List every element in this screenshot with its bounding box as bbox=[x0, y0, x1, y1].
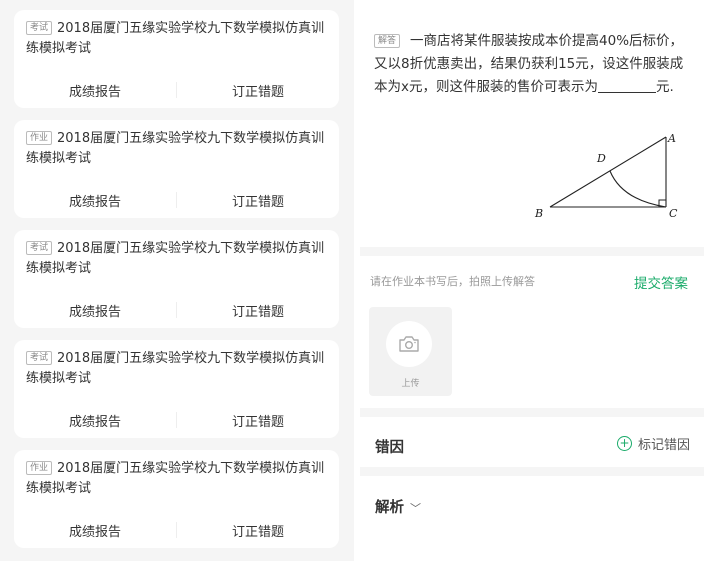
exam-title: 2018届厦门五缘实验学校九下数学模拟仿真训练模拟考试 bbox=[26, 131, 325, 166]
upload-hint: 请在作业本书写后，拍照上传解答 bbox=[370, 275, 535, 288]
card-actions: 成绩报告 订正错题 bbox=[14, 182, 339, 218]
label-c: C bbox=[669, 207, 678, 220]
card-actions: 成绩报告 订正错题 bbox=[14, 402, 339, 438]
upload-circle bbox=[386, 321, 432, 367]
section-divider bbox=[360, 247, 704, 256]
section-divider bbox=[360, 467, 704, 476]
mark-error-cause-button[interactable]: + 标记错因 bbox=[616, 434, 690, 453]
score-report-button[interactable]: 成绩报告 bbox=[14, 411, 176, 430]
analysis-toggle[interactable]: 解析 ﹀ bbox=[375, 496, 421, 517]
score-report-button[interactable]: 成绩报告 bbox=[14, 191, 176, 210]
answer-blank bbox=[598, 78, 656, 93]
question-suffix: 元. bbox=[656, 79, 674, 95]
error-cause-title: 错因 bbox=[375, 440, 404, 456]
section-divider bbox=[360, 408, 704, 417]
exam-tag: 考试 bbox=[26, 21, 53, 35]
exam-card[interactable]: 考试 2018届厦门五缘实验学校九下数学模拟仿真训练模拟考试 成绩报告 订正错题 bbox=[14, 230, 339, 328]
exam-card-title: 考试 2018届厦门五缘实验学校九下数学模拟仿真训练模拟考试 bbox=[26, 239, 331, 279]
exam-tag: 考试 bbox=[26, 241, 53, 255]
score-report-button[interactable]: 成绩报告 bbox=[14, 521, 176, 540]
exam-card-title: 考试 2018届厦门五缘实验学校九下数学模拟仿真训练模拟考试 bbox=[26, 349, 331, 389]
mark-error-cause-label: 标记错因 bbox=[637, 438, 690, 453]
exam-card[interactable]: 考试 2018届厦门五缘实验学校九下数学模拟仿真训练模拟考试 成绩报告 订正错题 bbox=[14, 340, 339, 438]
correct-errors-button[interactable]: 订正错题 bbox=[177, 521, 339, 540]
score-report-button[interactable]: 成绩报告 bbox=[14, 81, 176, 100]
exam-card-title: 考试 2018届厦门五缘实验学校九下数学模拟仿真训练模拟考试 bbox=[26, 19, 331, 59]
label-d: D bbox=[596, 152, 606, 165]
question-panel: 解答 一商店将某件服装按成本价提高40%后标价，又以8折优惠卖出，结果仍获利15元… bbox=[360, 0, 704, 561]
question-type-tag: 解答 bbox=[374, 34, 401, 48]
correct-errors-button[interactable]: 订正错题 bbox=[177, 191, 339, 210]
exam-card-title: 作业 2018届厦门五缘实验学校九下数学模拟仿真训练模拟考试 bbox=[26, 129, 331, 169]
submit-answer-button[interactable]: 提交答案 bbox=[634, 272, 688, 292]
camera-icon bbox=[399, 336, 419, 352]
label-b: B bbox=[534, 207, 543, 220]
card-actions: 成绩报告 订正错题 bbox=[14, 292, 339, 328]
exam-tag: 作业 bbox=[26, 461, 53, 475]
exam-tag: 作业 bbox=[26, 131, 53, 145]
score-report-button[interactable]: 成绩报告 bbox=[14, 301, 176, 320]
card-actions: 成绩报告 订正错题 bbox=[14, 512, 339, 548]
segment-ab bbox=[549, 136, 667, 208]
plus-circle-icon: + bbox=[616, 436, 632, 451]
exam-title: 2018届厦门五缘实验学校九下数学模拟仿真训练模拟考试 bbox=[26, 461, 325, 496]
exam-card[interactable]: 考试 2018届厦门五缘实验学校九下数学模拟仿真训练模拟考试 成绩报告 订正错题 bbox=[14, 10, 339, 108]
correct-errors-button[interactable]: 订正错题 bbox=[177, 81, 339, 100]
exam-tag: 考试 bbox=[26, 351, 53, 365]
exam-title: 2018届厦门五缘实验学校九下数学模拟仿真训练模拟考试 bbox=[26, 241, 325, 276]
question-text-block: 解答 一商店将某件服装按成本价提高40%后标价，又以8折优惠卖出，结果仍获利15元… bbox=[374, 30, 694, 99]
upload-photo-button[interactable]: 上传 bbox=[369, 307, 452, 396]
correct-errors-button[interactable]: 订正错题 bbox=[177, 411, 339, 430]
exam-card[interactable]: 作业 2018届厦门五缘实验学校九下数学模拟仿真训练模拟考试 成绩报告 订正错题 bbox=[14, 120, 339, 218]
chevron-down-icon: ﹀ bbox=[410, 502, 421, 515]
label-a: A bbox=[667, 132, 676, 145]
exam-card-title: 作业 2018届厦门五缘实验学校九下数学模拟仿真训练模拟考试 bbox=[26, 459, 331, 499]
analysis-title: 解析 bbox=[375, 500, 404, 516]
triangle-figure: A B C D bbox=[534, 132, 678, 220]
card-actions: 成绩报告 订正错题 bbox=[14, 72, 339, 108]
arc-dc bbox=[609, 170, 667, 208]
exam-title: 2018届厦门五缘实验学校九下数学模拟仿真训练模拟考试 bbox=[26, 21, 325, 56]
correct-errors-button[interactable]: 订正错题 bbox=[177, 301, 339, 320]
exam-card[interactable]: 作业 2018届厦门五缘实验学校九下数学模拟仿真训练模拟考试 成绩报告 订正错题 bbox=[14, 450, 339, 548]
exam-title: 2018届厦门五缘实验学校九下数学模拟仿真训练模拟考试 bbox=[26, 351, 325, 386]
exam-list: 考试 2018届厦门五缘实验学校九下数学模拟仿真训练模拟考试 成绩报告 订正错题 … bbox=[0, 0, 354, 561]
upload-label: 上传 bbox=[401, 379, 420, 389]
